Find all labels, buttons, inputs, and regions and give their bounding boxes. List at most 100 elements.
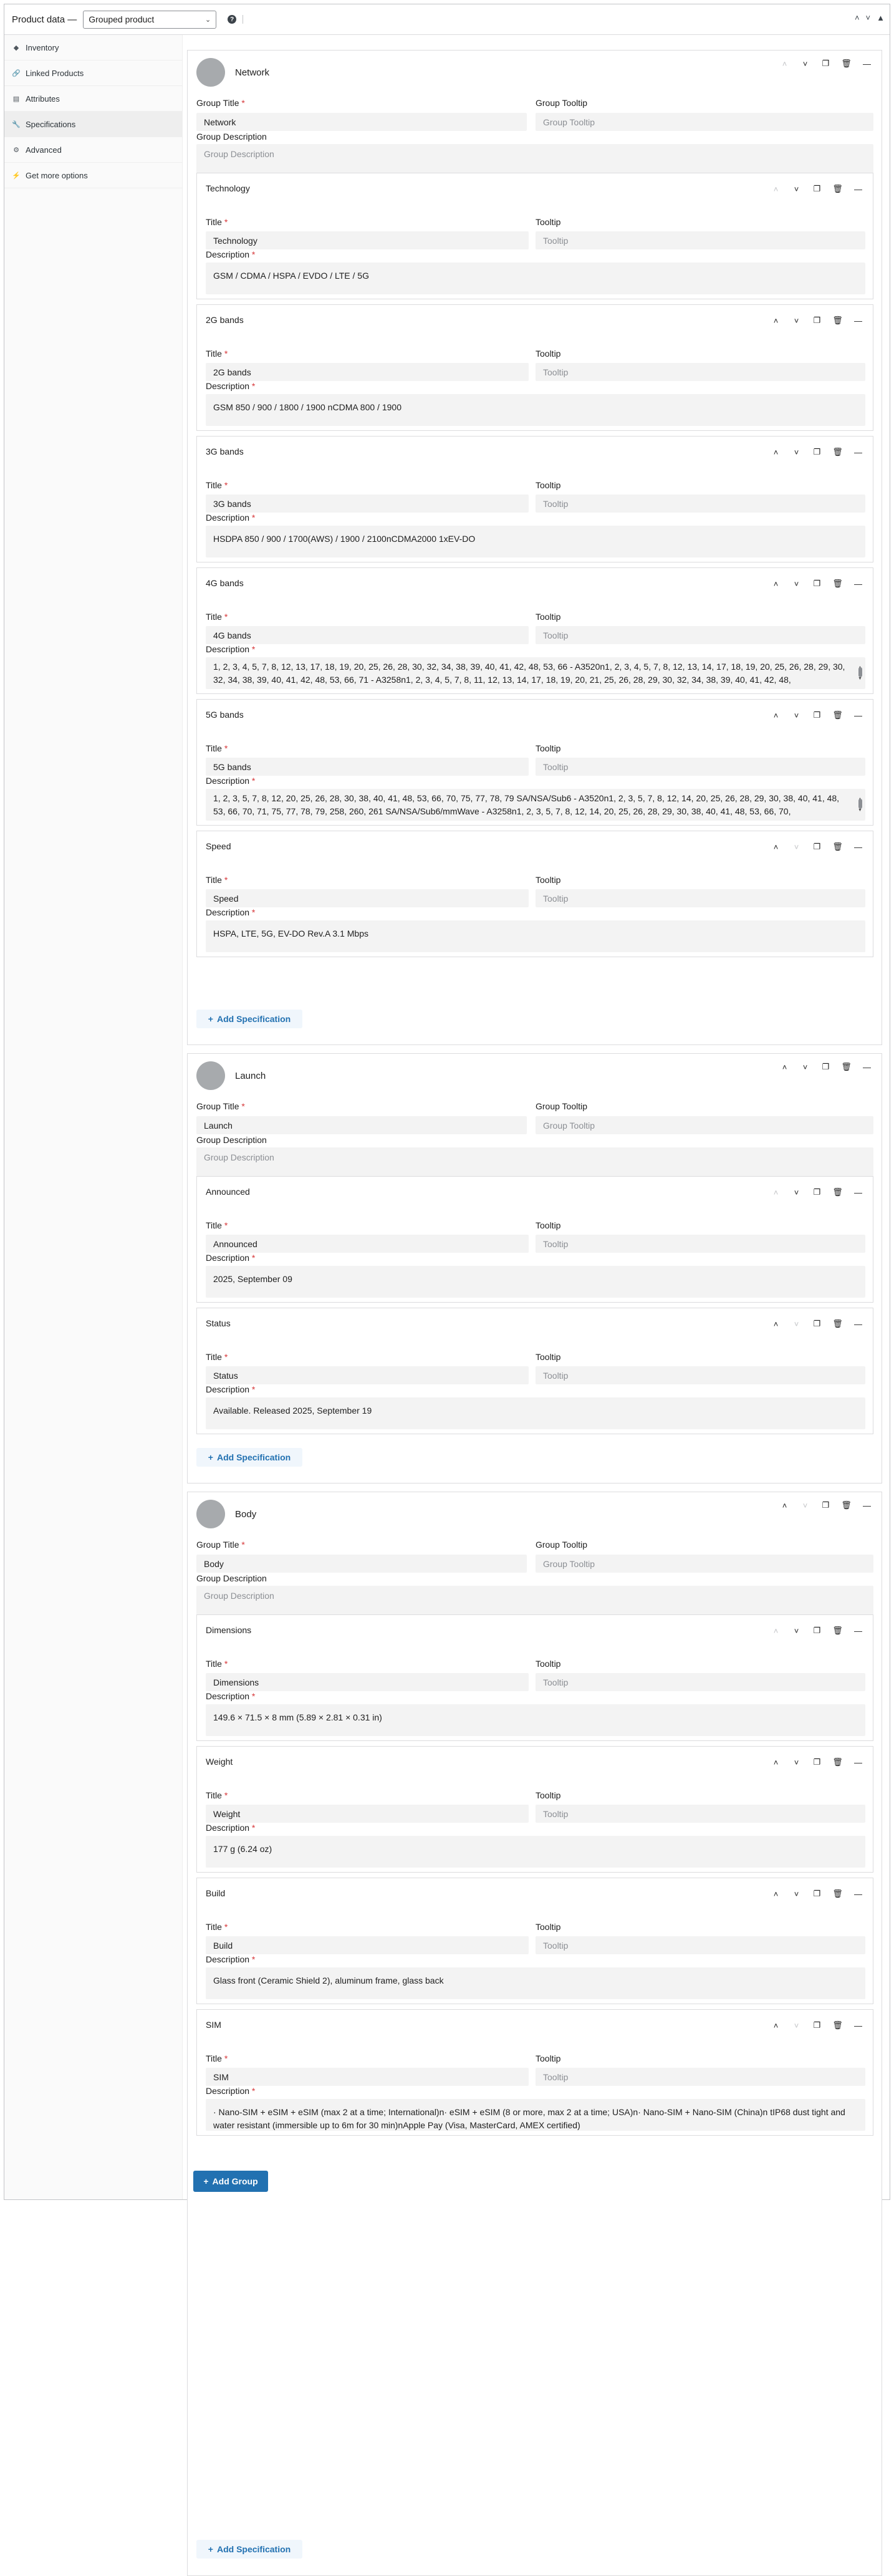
chevron-down-icon[interactable]: ˅ [788, 445, 805, 459]
trash-icon[interactable]: 🗑 [829, 2019, 846, 2032]
chevron-down-icon[interactable]: ˅ [788, 840, 805, 854]
minus-icon[interactable]: — [850, 1317, 867, 1331]
copy-icon[interactable]: ❐ [817, 1060, 834, 1074]
minus-icon[interactable]: — [850, 445, 867, 459]
minus-icon[interactable]: — [858, 1060, 875, 1074]
spec-description-input[interactable]: Available. Released 2025, September 19 [206, 1397, 865, 1429]
chevron-down-icon[interactable]: ˅ [797, 1060, 814, 1074]
trash-icon[interactable]: 🗑 [829, 577, 846, 591]
spec-tooltip-input[interactable]: Tooltip [536, 2068, 865, 2086]
trash-icon[interactable]: 🗑 [829, 1624, 846, 1638]
tab-specifications[interactable]: 🔧 Specifications [4, 112, 182, 137]
group-title-input[interactable]: Network [196, 113, 527, 131]
spec-description-input[interactable]: HSPA, LTE, 5G, EV-DO Rev.A 3.1 Mbps [206, 920, 865, 952]
spec-tooltip-input[interactable]: Tooltip [536, 231, 865, 249]
chevron-up-icon[interactable]: ˄ [767, 182, 784, 196]
spec-tooltip-input[interactable]: Tooltip [536, 494, 865, 513]
chevron-up-icon[interactable]: ˄ [767, 2019, 784, 2032]
spec-tooltip-input[interactable]: Tooltip [536, 758, 865, 776]
minus-icon[interactable]: — [850, 1755, 867, 1769]
chevron-down-icon[interactable]: ˅ [788, 1317, 805, 1331]
minus-icon[interactable]: — [850, 1185, 867, 1199]
trash-icon[interactable]: 🗑 [829, 1755, 846, 1769]
spec-description-input[interactable]: 149.6 × 71.5 × 8 mm (5.89 × 2.81 × 0.31 … [206, 1704, 865, 1736]
spec-description-input[interactable]: HSDPA 850 / 900 / 1700(AWS) / 1900 / 210… [206, 526, 865, 557]
tab-inventory[interactable]: ◆ Inventory [4, 35, 182, 60]
trash-icon[interactable]: 🗑 [838, 1060, 855, 1074]
copy-icon[interactable]: ❐ [809, 445, 825, 459]
chevron-up-icon[interactable]: ˄ [767, 708, 784, 722]
chevron-down-icon[interactable]: ˅ [788, 314, 805, 327]
copy-icon[interactable]: ❐ [809, 1624, 825, 1638]
scrollbar[interactable]: ▲▼ [858, 661, 863, 685]
chevron-up-icon[interactable]: ˄ [767, 577, 784, 591]
spec-description-input[interactable]: Glass front (Ceramic Shield 2), aluminum… [206, 1967, 865, 1999]
spec-title-input[interactable]: Dimensions [206, 1673, 529, 1691]
group-description-input[interactable]: Group Description [196, 144, 873, 176]
tab-attributes[interactable]: ▤ Attributes [4, 86, 182, 112]
spec-tooltip-input[interactable]: Tooltip [536, 626, 865, 644]
chevron-up-icon[interactable]: ˄ [767, 1624, 784, 1638]
question-icon[interactable]: ? [228, 15, 237, 24]
scrollbar[interactable]: ▲▼ [858, 793, 863, 817]
chevron-up-icon[interactable]: ˄ [767, 445, 784, 459]
trash-icon[interactable]: 🗑 [829, 314, 846, 327]
spec-description-input[interactable]: 2025, September 09 [206, 1266, 865, 1298]
add-specification-button[interactable]: + Add Specification [196, 1448, 302, 1467]
minus-icon[interactable]: — [850, 1887, 867, 1901]
minus-icon[interactable]: — [850, 840, 867, 854]
tab-advanced[interactable]: ⚙ Advanced [4, 137, 182, 163]
minus-icon[interactable]: — [858, 1498, 875, 1512]
tab-linked-products[interactable]: 🔗 Linked Products [4, 60, 182, 86]
copy-icon[interactable]: ❐ [809, 1317, 825, 1331]
trash-icon[interactable]: 🗑 [829, 1185, 846, 1199]
spec-title-input[interactable]: 3G bands [206, 494, 529, 513]
chevron-up-icon[interactable]: ˄ [767, 1185, 784, 1199]
minus-icon[interactable]: — [850, 1624, 867, 1638]
chevron-down-icon[interactable]: ˅ [788, 1887, 805, 1901]
tab-get-more-options[interactable]: ⚡ Get more options [4, 163, 182, 188]
chevron-up-icon[interactable]: ˄ [767, 1887, 784, 1901]
chevron-down-icon[interactable]: ˅ [788, 1185, 805, 1199]
spec-tooltip-input[interactable]: Tooltip [536, 1366, 865, 1384]
add-specification-button[interactable]: + Add Specification [196, 2540, 302, 2559]
spec-title-input[interactable]: Weight [206, 1805, 529, 1823]
spec-tooltip-input[interactable]: Tooltip [536, 1936, 865, 1954]
spec-tooltip-input[interactable]: Tooltip [536, 1235, 865, 1253]
chevron-up-icon[interactable]: ˄ [767, 1755, 784, 1769]
spec-description-input[interactable]: GSM / CDMA / HSPA / EVDO / LTE / 5G [206, 263, 865, 294]
chevron-up-icon[interactable]: ˄ [776, 57, 793, 70]
group-title-input[interactable]: Launch [196, 1116, 527, 1134]
group-tooltip-input[interactable]: Group Tooltip [536, 113, 873, 131]
copy-icon[interactable]: ❐ [809, 1887, 825, 1901]
spec-tooltip-input[interactable]: Tooltip [536, 1673, 865, 1691]
copy-icon[interactable]: ❐ [809, 1185, 825, 1199]
copy-icon[interactable]: ❐ [817, 1498, 834, 1512]
spec-tooltip-input[interactable]: Tooltip [536, 1805, 865, 1823]
trash-icon[interactable]: 🗑 [829, 182, 846, 196]
spec-title-input[interactable]: 4G bands [206, 626, 529, 644]
chevron-down-icon[interactable]: ˅ [788, 577, 805, 591]
copy-icon[interactable]: ❐ [809, 182, 825, 196]
chevron-down-icon[interactable]: ˅ [866, 13, 871, 22]
chevron-down-icon[interactable]: ˅ [797, 57, 814, 70]
spec-title-input[interactable]: Speed [206, 889, 529, 907]
copy-icon[interactable]: ❐ [809, 2019, 825, 2032]
minus-icon[interactable]: — [850, 182, 867, 196]
group-tooltip-input[interactable]: Group Tooltip [536, 1116, 873, 1134]
spec-description-input[interactable]: 1, 2, 3, 5, 7, 8, 12, 20, 25, 26, 28, 30… [206, 789, 865, 821]
spec-description-input[interactable]: GSM 850 / 900 / 1800 / 1900 nCDMA 800 / … [206, 394, 865, 426]
chevron-down-icon[interactable]: ˅ [788, 182, 805, 196]
chevron-down-icon[interactable]: ˅ [788, 2019, 805, 2032]
minus-icon[interactable]: — [850, 577, 867, 591]
spec-title-input[interactable]: 5G bands [206, 758, 529, 776]
spec-description-input[interactable]: · Nano-SIM + eSIM + eSIM (max 2 at a tim… [206, 2099, 865, 2131]
add-specification-button[interactable]: + Add Specification [196, 1010, 302, 1028]
minus-icon[interactable]: — [850, 314, 867, 327]
chevron-down-icon[interactable]: ˅ [788, 1624, 805, 1638]
product-type-select[interactable]: Grouped product ⌄ [83, 10, 217, 29]
chevron-down-icon[interactable]: ˅ [788, 1755, 805, 1769]
copy-icon[interactable]: ❐ [817, 57, 834, 70]
group-tooltip-input[interactable]: Group Tooltip [536, 1555, 873, 1573]
trash-icon[interactable]: 🗑 [838, 1498, 855, 1512]
